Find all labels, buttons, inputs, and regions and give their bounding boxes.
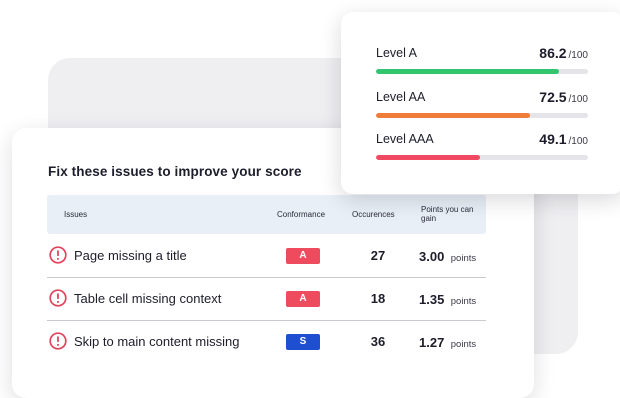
conformance-badge: A [286,291,320,307]
points-gain: 1.27 points [419,334,497,352]
issues-title: Fix these issues to improve your score [48,164,302,179]
score-max: /100 [568,50,588,61]
table-row[interactable]: Table cell missing context A 18 1.35 poi… [47,278,486,321]
level-label: Level AAA [376,132,434,146]
score-value: 49.1 [539,131,567,147]
level-score: 72.5/100 [539,89,588,107]
score-card: Level A 86.2/100 Level AA 72.5/100 Level… [341,12,620,194]
points-gain: 3.00 points [419,248,497,266]
alert-circle-icon [49,289,67,307]
conformance-badge: S [286,334,320,350]
progress-fill [376,113,530,118]
level-score: 49.1/100 [539,131,588,149]
points-value: 1.27 [419,335,445,350]
progress-fill [376,69,559,74]
points-unit: points [450,296,477,307]
table-row[interactable]: Skip to main content missing S 36 1.27 p… [47,321,486,364]
level-aaa-row: Level AAA 49.1/100 [376,131,588,162]
level-label: Level AA [376,90,426,104]
alert-circle-icon [49,246,67,264]
score-max: /100 [568,94,588,105]
issue-name: Page missing a title [74,248,187,263]
column-header-conformance: Conformance [277,210,326,219]
occurrences-count: 36 [370,334,386,349]
score-value: 72.5 [539,89,567,105]
issue-name: Skip to main content missing [74,334,240,349]
progress-track [376,155,588,160]
progress-track [376,113,588,118]
occurrences-count: 18 [370,291,386,306]
issue-name: Table cell missing context [74,291,222,306]
level-score: 86.2/100 [539,45,588,63]
column-header-occurrences: Occurences [352,210,395,219]
column-header-points: Points you can gain [421,205,474,223]
level-aa-row: Level AA 72.5/100 [376,89,588,120]
conformance-badge: A [286,248,320,264]
progress-fill [376,155,481,160]
table-row[interactable]: Page missing a title A 27 3.00 points [47,235,486,278]
alert-circle-icon [49,332,67,350]
column-header-issues: Issues [64,210,88,219]
points-value: 3.00 [419,249,445,264]
score-max: /100 [568,136,588,147]
points-value: 1.35 [419,292,445,307]
level-a-row: Level A 86.2/100 [376,45,588,76]
level-label: Level A [376,46,418,60]
occurrences-count: 27 [370,248,386,263]
progress-track [376,69,588,74]
points-unit: points [450,339,477,350]
points-gain: 1.35 points [419,291,497,309]
points-unit: points [450,253,477,264]
score-value: 86.2 [539,45,567,61]
table-header: Issues Conformance Occurences Points you… [47,195,486,234]
